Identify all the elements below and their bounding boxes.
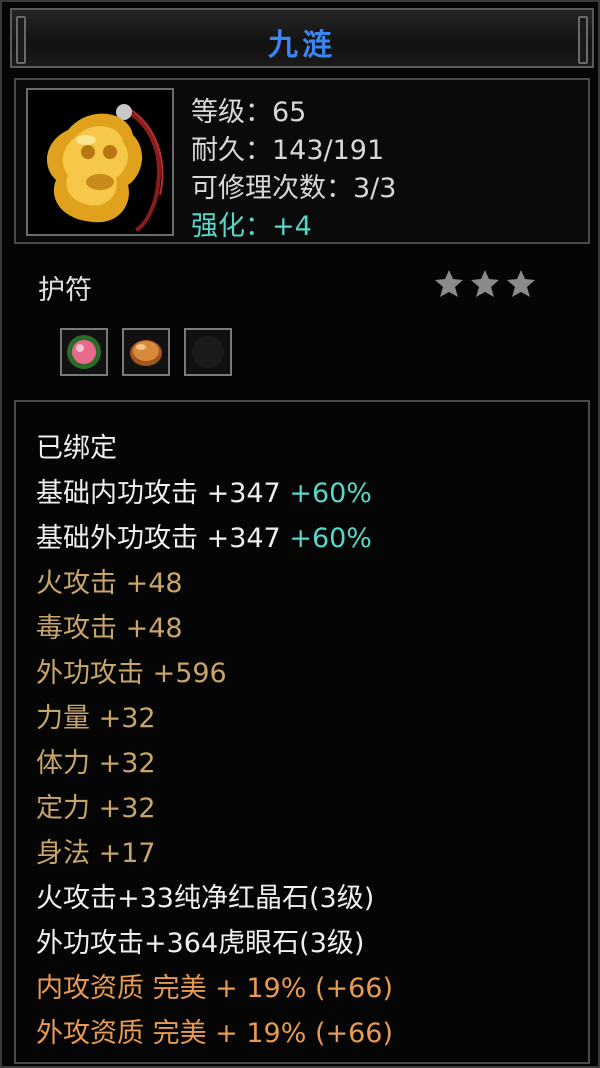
title-bar-right-cap — [578, 16, 588, 64]
focus: 定力 +32 — [36, 793, 156, 824]
agility: 身法 +17 — [36, 838, 156, 869]
gem-slot-3-empty[interactable] — [184, 328, 232, 376]
strength: 力量 +32 — [36, 703, 156, 734]
amber-gem-icon — [130, 340, 162, 366]
gem-fire-bonus: 火攻击+33纯净红晶石(3级) — [36, 883, 375, 914]
base-inner-attack-label: 基础内功攻击 +347 — [36, 478, 290, 509]
title-bar: 九涟 — [10, 8, 594, 68]
pink-gem-icon — [67, 335, 101, 369]
item-icon-frame — [26, 88, 174, 236]
inner-attack-quality: 内攻资质 完美 + 19% (+66) — [36, 973, 394, 1004]
base-outer-attack-label: 基础外功攻击 +347 — [36, 523, 290, 554]
outer-attack: 外功攻击 +596 — [36, 658, 227, 689]
fire-attack: 火攻击 +48 — [36, 568, 183, 599]
gem-slot-2[interactable] — [122, 328, 170, 376]
stamina: 体力 +32 — [36, 748, 156, 779]
star-rating — [435, 270, 535, 297]
star-icon — [471, 270, 499, 297]
bound-status: 已绑定 — [36, 433, 117, 464]
item-name: 九涟 — [268, 28, 336, 63]
base-inner-attack-bonus: +60% — [289, 478, 372, 509]
poison-attack: 毒攻击 +48 — [36, 613, 183, 644]
empty-slot-icon — [192, 336, 224, 368]
gem-outer-bonus: 外功攻击+364虎眼石(3级) — [36, 928, 365, 959]
repair-count-line: 可修理次数：3/3 — [191, 173, 397, 204]
star-icon — [507, 270, 535, 297]
star-icon — [435, 270, 463, 297]
item-header-panel: 等级：65 耐久：143/191 可修理次数：3/3 强化：+4 — [14, 78, 590, 244]
item-tooltip: 九涟 等级：65 耐久：143/191 可修理次数：3/3 强化：+4 护符 已… — [0, 0, 600, 1068]
gem-slot-1[interactable] — [60, 328, 108, 376]
durability-line: 耐久：143/191 — [191, 135, 385, 166]
enhance-line: 强化：+4 — [191, 211, 312, 242]
base-inner-attack: 基础内功攻击 +347 +60% — [36, 471, 372, 510]
item-type: 护符 — [38, 275, 92, 306]
level-line: 等级：65 — [191, 97, 307, 128]
outer-attack-quality: 外攻资质 完美 + 19% (+66) — [36, 1018, 394, 1049]
base-outer-attack: 基础外功攻击 +347 +60% — [36, 516, 372, 555]
jade-amulet-icon — [46, 104, 164, 232]
base-outer-attack-bonus: +60% — [289, 523, 372, 554]
